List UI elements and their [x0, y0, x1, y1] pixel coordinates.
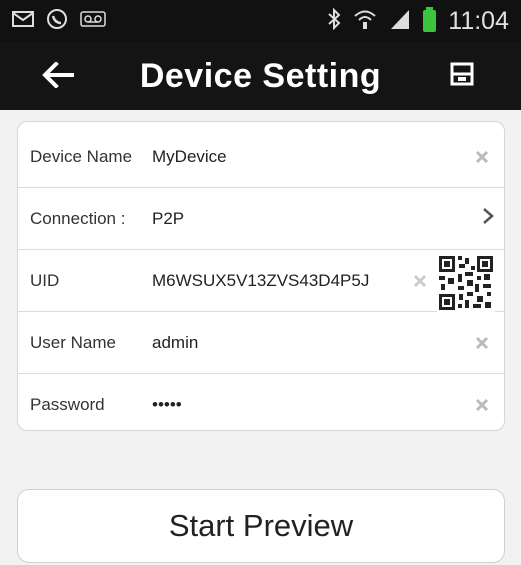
clear-user-name-icon[interactable] — [474, 335, 490, 351]
password-input[interactable]: ••••• — [152, 395, 182, 415]
battery-icon — [423, 7, 437, 32]
user-name-label: User Name — [30, 332, 116, 352]
password-label: Password — [30, 395, 105, 414]
connection-value: P2P — [152, 208, 185, 228]
device-name-input[interactable]: MyDevice — [152, 147, 227, 167]
clear-uid-icon[interactable] — [412, 273, 428, 289]
save-icon — [450, 62, 474, 91]
message-icon — [12, 10, 34, 33]
qr-code-scan-button[interactable] — [437, 254, 495, 312]
connection-label: Connection : — [30, 208, 126, 228]
bluetooth-icon — [327, 7, 341, 35]
voicemail-icon — [80, 10, 106, 32]
device-name-row[interactable]: Device Name MyDevice — [18, 126, 504, 188]
arrow-left-icon — [42, 60, 74, 93]
device-name-label: Device Name — [30, 146, 133, 166]
chevron-right-icon — [482, 207, 494, 230]
missed-call-icon — [46, 8, 68, 35]
wifi-icon — [353, 8, 377, 35]
clear-device-name-icon[interactable] — [474, 149, 490, 165]
uid-input[interactable]: M6WSUX5V13ZVS43D4P5J — [152, 271, 369, 291]
start-preview-button[interactable]: Start Preview — [17, 489, 505, 563]
device-form: Device Name MyDevice Connection : P2P UI… — [17, 121, 505, 431]
save-button[interactable] — [446, 60, 478, 92]
password-row[interactable]: Password ••••• — [18, 374, 504, 430]
status-time: 11:04 — [448, 6, 509, 35]
back-button[interactable] — [40, 59, 76, 95]
status-bar: 11:04 — [0, 0, 521, 42]
clear-password-icon[interactable] — [474, 397, 490, 413]
page-title: Device Setting — [139, 56, 382, 95]
user-name-row[interactable]: User Name admin — [18, 312, 504, 374]
uid-row[interactable]: UID M6WSUX5V13ZVS43D4P5J — [18, 250, 504, 312]
uid-label: UID — [30, 270, 60, 290]
user-name-input[interactable]: admin — [152, 333, 198, 353]
title-bar: Device Setting — [0, 42, 521, 110]
signal-icon — [389, 8, 411, 35]
connection-row[interactable]: Connection : P2P — [18, 188, 504, 250]
